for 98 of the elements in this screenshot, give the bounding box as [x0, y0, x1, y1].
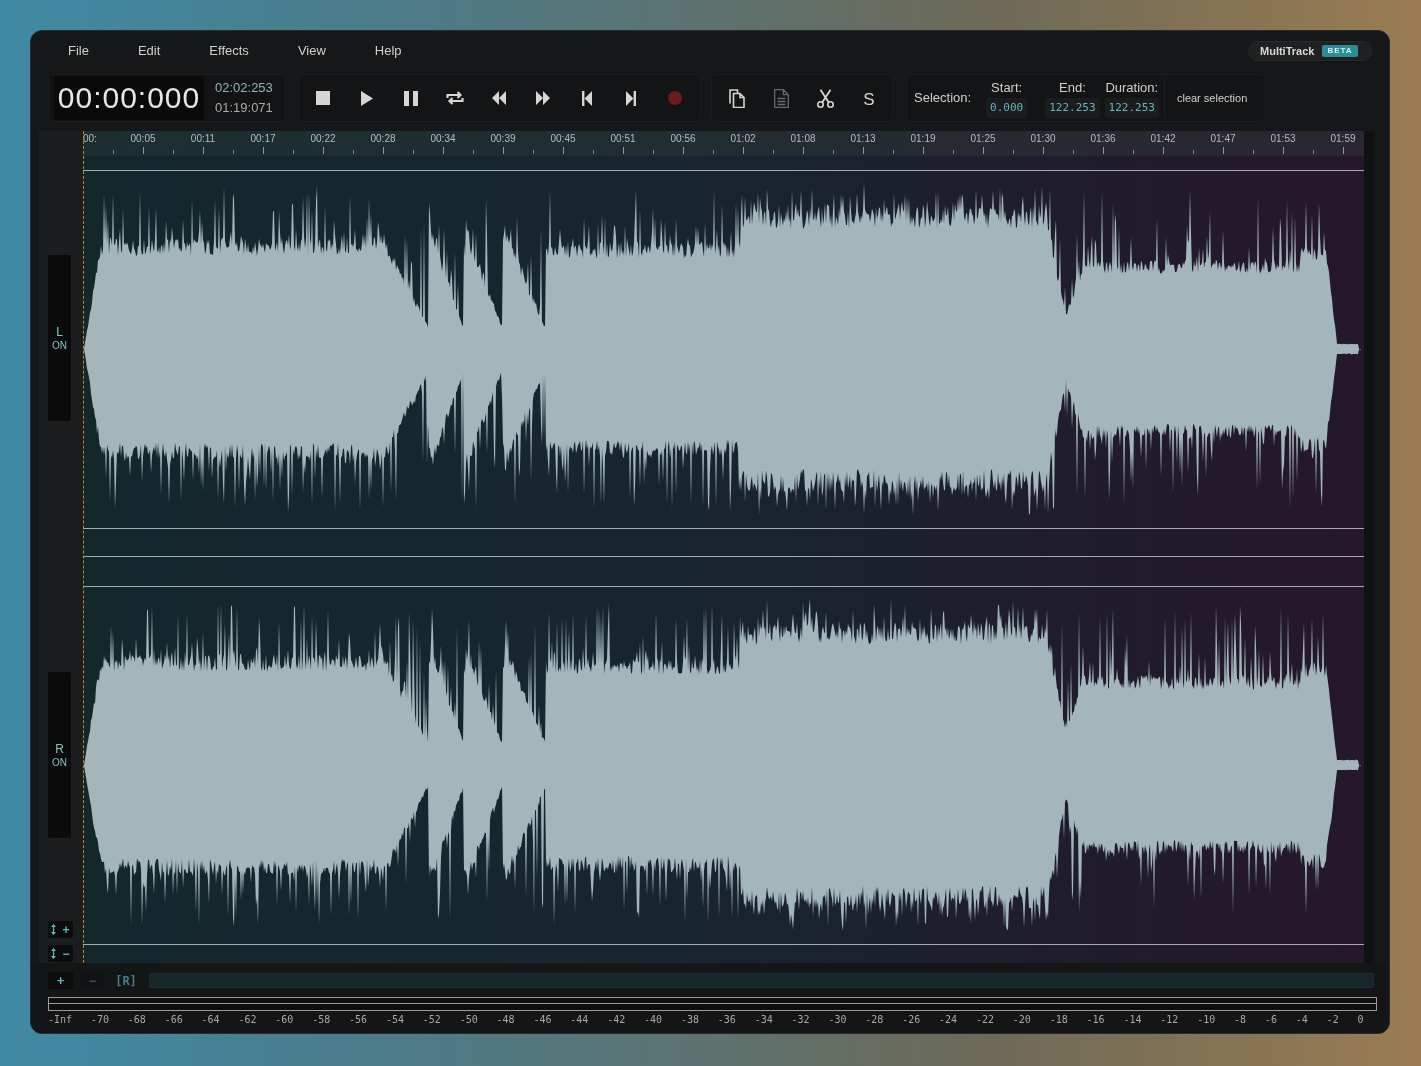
meter-scale-label: -22 [975, 1013, 994, 1026]
meter-scale-label: -14 [1123, 1013, 1142, 1026]
meter-scale-label: -36 [717, 1013, 736, 1026]
start-value[interactable]: 0.000 [986, 97, 1028, 118]
scissors-icon [816, 88, 834, 108]
menu-item[interactable]: View [285, 38, 338, 64]
end-value[interactable]: 122.253 [1045, 97, 1100, 118]
meter-scale-label: -30 [828, 1013, 847, 1026]
meter-scale-label: -20 [1012, 1013, 1031, 1026]
overview-scrollbar[interactable] [149, 973, 1374, 988]
meter-scale-label: -52 [422, 1013, 441, 1026]
up-down-arrow-icon [51, 924, 57, 935]
meter-scale-label: -54 [385, 1013, 404, 1026]
loop-icon [445, 90, 465, 106]
toggle-button[interactable]: [R] [114, 972, 138, 989]
total-time: 02:02:253 [215, 79, 273, 97]
track-height-decrease-button[interactable]: − [48, 945, 73, 962]
time-label: 01:02 [730, 133, 756, 145]
skip-to-start-icon [582, 90, 592, 106]
time-label: 01:25 [970, 133, 996, 145]
skip-to-end-icon [626, 90, 636, 106]
meter-scale-label: -16 [1086, 1013, 1105, 1026]
time-label: 01:42 [1150, 133, 1176, 145]
current-time-display: 00:00:000 [54, 76, 204, 120]
duration-value[interactable]: 122.253 [1104, 97, 1159, 118]
duration-label: Duration: [1105, 78, 1159, 96]
document-icon [773, 88, 789, 108]
time-label: 00:11 [190, 133, 216, 145]
meter-scale-label: -26 [902, 1013, 921, 1026]
time-label: 01:30 [1030, 133, 1056, 145]
menu-item[interactable]: Effects [197, 38, 261, 64]
start-label: Start: [991, 78, 1023, 96]
copy-icon [729, 88, 745, 108]
time-label: 00:45 [550, 133, 576, 145]
meter-scale-label: -12 [1160, 1013, 1179, 1026]
time-label: 00:22 [310, 133, 336, 145]
meter-scale-label: -28 [865, 1013, 884, 1026]
meter-scale-label: -64 [201, 1013, 220, 1026]
meter-scale-label: 0 [1357, 1013, 1364, 1026]
beta-badge: BETA [1322, 45, 1358, 57]
up-down-arrow-icon [51, 948, 57, 959]
stop-icon [316, 91, 330, 105]
meter-scale-label: -2 [1326, 1013, 1339, 1026]
split-button[interactable]: S [853, 82, 885, 114]
pause-icon [404, 90, 418, 106]
meter-scale-label: -50 [459, 1013, 478, 1026]
menu-item[interactable]: Edit [125, 38, 173, 64]
channel-button[interactable]: R ON [48, 672, 71, 838]
meter-scale-label: -Inf [48, 1013, 73, 1026]
time-label: 00:34 [430, 133, 456, 145]
app-name: MultiTrack [1260, 45, 1315, 57]
menu-item[interactable]: File [56, 38, 101, 64]
play-icon [361, 90, 373, 106]
time-label: 01:59 [1330, 133, 1356, 145]
time-label: 01:13 [850, 133, 876, 145]
meter-scale-label: -46 [533, 1013, 552, 1026]
time-label: 00:17 [250, 133, 276, 145]
time-label: 00:28 [370, 133, 396, 145]
channel-button[interactable]: L ON [48, 255, 71, 421]
meter-scale-label: -18 [1049, 1013, 1068, 1026]
meter-scale-label: -44 [570, 1013, 589, 1026]
meter-scale-label: -40 [644, 1013, 663, 1026]
time-label: 01:53 [1270, 133, 1296, 145]
meter-scale-label: -56 [349, 1013, 368, 1026]
time-label: 00:05 [130, 133, 156, 145]
track-height-increase-button[interactable]: + [48, 921, 73, 938]
time-label: 00:56 [670, 133, 696, 145]
time-label: 01:47 [1210, 133, 1236, 145]
meter-scale-label: -66 [164, 1013, 183, 1026]
zoom-in-button[interactable]: + [48, 972, 73, 989]
meter-scale-label: -68 [127, 1013, 146, 1026]
meter-scale-label: -38 [680, 1013, 699, 1026]
meter-scale-label: -24 [939, 1013, 958, 1026]
meter-scale-label: -48 [496, 1013, 515, 1026]
meter-scale-label: -60 [275, 1013, 294, 1026]
selection-label: Selection: [914, 89, 972, 108]
meter-scale-label: -58 [312, 1013, 331, 1026]
meter-scale-label: -4 [1295, 1013, 1308, 1026]
meter-scale-label: -32 [791, 1013, 810, 1026]
record-icon [668, 91, 682, 105]
meter-scale-label: -70 [90, 1013, 109, 1026]
cursor-time: 01:19:071 [215, 99, 273, 117]
time-label: 01:08 [790, 133, 816, 145]
end-label: End: [1059, 78, 1086, 96]
menu-item[interactable]: Help [362, 38, 414, 64]
clear-selection-button[interactable]: clear selection [1168, 83, 1256, 113]
time-label: 01:36 [1090, 133, 1116, 145]
meter-scale-label: -62 [238, 1013, 257, 1026]
meter-scale-label: -42 [607, 1013, 626, 1026]
time-label: 00:39 [490, 133, 516, 145]
time-label: 01:19 [910, 133, 936, 145]
meter-scale-label: -34 [754, 1013, 773, 1026]
meter-scale-label: -6 [1264, 1013, 1277, 1026]
meter-scale-label: -10 [1197, 1013, 1216, 1026]
rewind-icon [492, 91, 506, 105]
fast-forward-icon [536, 91, 550, 105]
time-label: 00:51 [610, 133, 636, 145]
meter-scale-label: -8 [1234, 1013, 1247, 1026]
